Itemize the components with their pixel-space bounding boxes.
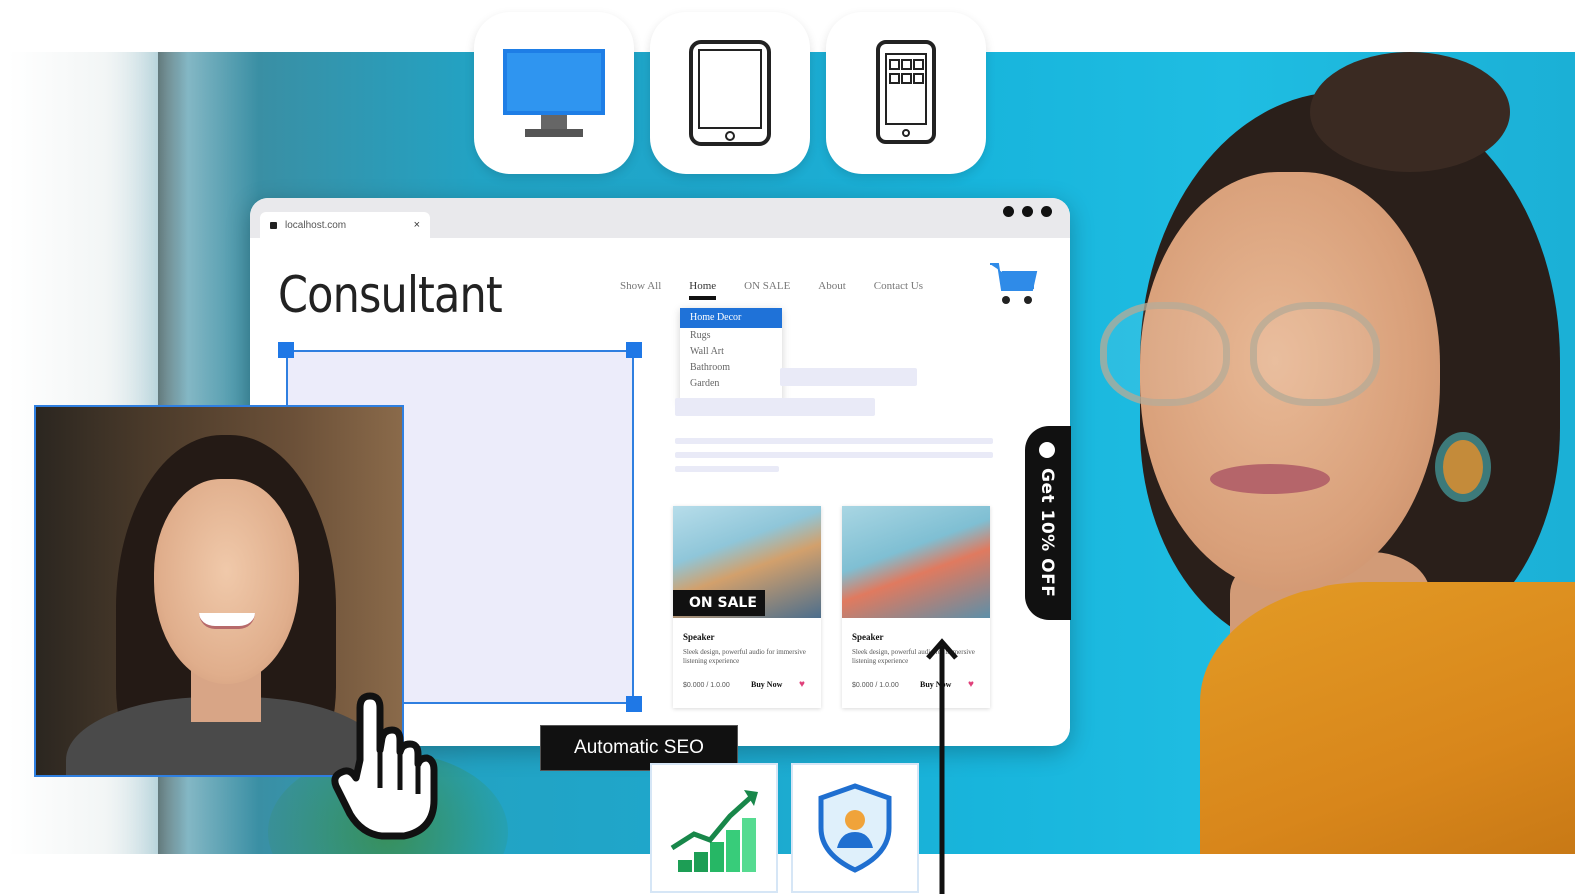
resize-handle-bottom-right[interactable] bbox=[626, 696, 642, 712]
favicon-icon bbox=[270, 221, 277, 229]
hero-stage: localhost.com × Consultant Show All Home… bbox=[0, 0, 1575, 896]
product-description: Sleek design, powerful audio for immersi… bbox=[852, 648, 975, 665]
mobile-icon bbox=[876, 40, 936, 144]
woman-with-glasses-photo bbox=[1080, 52, 1575, 854]
dropdown-item-bathroom[interactable]: Bathroom bbox=[680, 360, 782, 376]
woman-lips bbox=[1210, 464, 1330, 494]
browser-tab[interactable]: localhost.com × bbox=[260, 212, 430, 238]
window-menu-dots[interactable] bbox=[1003, 206, 1052, 217]
tab-close-icon[interactable]: × bbox=[414, 219, 420, 231]
browser-tab-bar: localhost.com × bbox=[250, 198, 1070, 238]
nav-item-on-sale[interactable]: ON SALE bbox=[744, 280, 790, 300]
heart-icon[interactable]: ♥ bbox=[799, 679, 805, 690]
cart-icon[interactable] bbox=[988, 260, 1038, 310]
monitor-icon bbox=[503, 49, 605, 137]
woman-earring bbox=[1435, 432, 1491, 502]
growth-chart-icon bbox=[670, 790, 758, 872]
tablet-view-button[interactable] bbox=[650, 12, 810, 174]
product-card[interactable]: Speaker Sleek design, powerful audio for… bbox=[842, 506, 990, 708]
text-placeholder bbox=[675, 398, 875, 416]
resize-handle-top-right[interactable] bbox=[626, 342, 642, 358]
nav-item-about[interactable]: About bbox=[818, 280, 846, 300]
hand-pointer-icon bbox=[331, 692, 438, 840]
text-placeholder bbox=[675, 452, 993, 458]
site-nav: Show All Home ON SALE About Contact Us bbox=[620, 280, 923, 300]
mobile-view-button[interactable] bbox=[826, 12, 986, 174]
woman-orange-shirt bbox=[1200, 582, 1575, 854]
shield-user-icon bbox=[818, 783, 892, 873]
product-price: $0.000 / 1.0.00 bbox=[852, 682, 899, 689]
discount-promo-tab[interactable]: Get 10% OFF bbox=[1025, 426, 1071, 620]
nav-item-show-all[interactable]: Show All bbox=[620, 280, 661, 300]
tablet-icon bbox=[689, 40, 771, 146]
text-placeholder bbox=[675, 438, 993, 444]
home-dropdown-menu: Home Decor Rugs Wall Art Bathroom Garden bbox=[680, 308, 782, 404]
woman-glasses bbox=[1090, 302, 1390, 412]
product-image bbox=[842, 506, 990, 618]
promo-label: Get 10% OFF bbox=[1037, 468, 1057, 598]
woman-hair-bun bbox=[1310, 52, 1510, 172]
desktop-view-button[interactable] bbox=[474, 12, 634, 174]
on-sale-badge: ON SALE bbox=[673, 590, 765, 616]
clock-icon bbox=[1039, 442, 1055, 458]
dropdown-item-wall-art[interactable]: Wall Art bbox=[680, 344, 782, 360]
product-price: $0.000 / 1.0.00 bbox=[683, 682, 730, 689]
nav-item-contact[interactable]: Contact Us bbox=[874, 280, 923, 300]
menu-dot bbox=[1022, 206, 1033, 217]
portrait-smile bbox=[199, 613, 255, 629]
text-placeholder bbox=[675, 466, 779, 472]
site-title: Consultant bbox=[278, 266, 503, 324]
product-title: Speaker bbox=[852, 632, 884, 642]
dropdown-item-garden[interactable]: Garden bbox=[680, 376, 782, 392]
resize-handle-top-left[interactable] bbox=[278, 342, 294, 358]
product-description: Sleek design, powerful audio for immersi… bbox=[683, 648, 806, 665]
portrait-face bbox=[154, 479, 299, 684]
text-placeholder bbox=[780, 368, 917, 386]
dropdown-item-rugs[interactable]: Rugs bbox=[680, 328, 782, 344]
heart-icon[interactable]: ♥ bbox=[968, 679, 974, 690]
dropdown-item-home-decor[interactable]: Home Decor bbox=[680, 308, 782, 328]
security-feature-tile[interactable] bbox=[791, 763, 919, 893]
menu-dot bbox=[1041, 206, 1052, 217]
browser-tab-label: localhost.com bbox=[285, 219, 347, 231]
up-arrow-icon bbox=[926, 638, 958, 894]
product-card[interactable]: ON SALE Speaker Sleek design, powerful a… bbox=[673, 506, 821, 708]
product-title: Speaker bbox=[683, 632, 715, 642]
menu-dot bbox=[1003, 206, 1014, 217]
nav-item-home[interactable]: Home bbox=[689, 280, 717, 300]
seo-feature-tile[interactable] bbox=[650, 763, 778, 893]
buy-now-button[interactable]: Buy Now bbox=[751, 680, 782, 689]
